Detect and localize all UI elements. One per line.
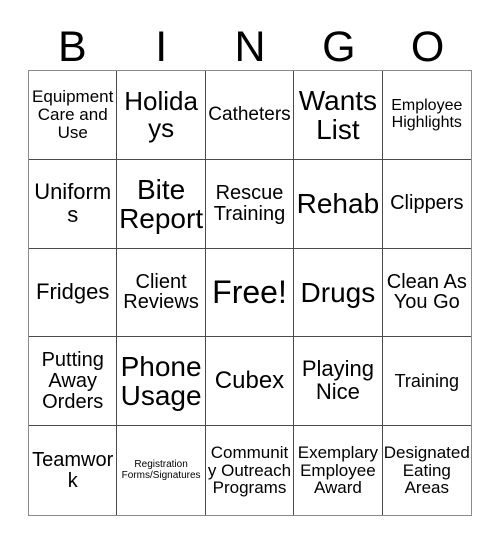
bingo-cell[interactable]: Holidays [117,71,206,160]
bingo-cell-label: Catheters [208,104,291,126]
bingo-cell-label: Rehab [296,188,380,220]
bingo-cell[interactable]: Playing Nice [294,337,383,427]
bingo-cell[interactable]: Employee Highlights [382,71,471,160]
bingo-cell-label: Clean As You Go [386,270,467,314]
bingo-cell[interactable]: Rehab [294,159,383,249]
bingo-cell[interactable]: Uniforms [29,159,118,249]
bingo-cell-label: Holidays [124,85,198,143]
bingo-cell[interactable]: Cubex [205,337,295,427]
header-letter-i: I [155,23,168,71]
bingo-cell-label: Employee Highlights [391,97,463,131]
bingo-cell-label: Client Reviews [123,270,199,314]
bingo-cell-label: Uniforms [34,178,112,227]
bingo-cell-label: Phone Usage [120,351,202,412]
bingo-cell[interactable]: Wants List [294,71,383,160]
bingo-cell[interactable]: Training [382,337,471,427]
bingo-cell-label: Rescue Training [213,181,286,225]
bingo-cell[interactable]: Rescue Training [205,159,295,249]
bingo-cell[interactable]: Exemplary Employee Award [294,426,383,515]
bingo-cell-label: Registration Forms/Signatures [121,459,201,481]
bingo-cell[interactable]: Clean As You Go [382,248,471,338]
bingo-cell-label: Wants List [298,84,378,145]
bingo-cell-label: Designated Eating Areas [383,443,470,498]
bingo-cell-free[interactable]: Free! [205,248,295,338]
bingo-cell-label: Fridges [36,279,110,305]
bingo-cell-label: Exemplary Employee Award [297,443,379,498]
header-letter-g: G [322,23,356,71]
bingo-cell-label: Teamwork [32,448,114,492]
header-letter-b: B [58,23,87,71]
bingo-cell-label: Cubex [214,366,285,394]
bingo-cell[interactable]: Catheters [205,71,295,160]
bingo-cell[interactable]: Designated Eating Areas [382,426,471,515]
bingo-cell-label: Bite Report [119,173,204,234]
bingo-cell[interactable]: Putting Away Orders [29,337,118,427]
bingo-cell-label: Community Outreach Programs [207,443,292,498]
bingo-cell[interactable]: Fridges [29,248,118,338]
bingo-card: B I N G O Equipment Care and Use Holidays… [0,0,500,544]
bingo-cell-label: Playing Nice [301,356,374,405]
bingo-cell[interactable]: Clippers [382,159,471,249]
bingo-header: B I N G O [28,16,472,70]
bingo-cell[interactable]: Bite Report [117,159,206,249]
bingo-cell-label: Free! [212,273,287,310]
header-letter-n: N [234,23,266,71]
bingo-cell-label: Equipment Care and Use [32,87,114,142]
bingo-cell-label: Putting Away Orders [41,349,104,413]
bingo-cell[interactable]: Drugs [294,248,383,338]
bingo-cell[interactable]: Community Outreach Programs [205,426,295,515]
bingo-grid: Equipment Care and Use Holidays Catheters W… [28,70,472,516]
bingo-cell[interactable]: Equipment Care and Use [29,71,118,160]
bingo-cell[interactable]: Teamwork [29,426,118,515]
bingo-cell[interactable]: Client Reviews [117,248,206,338]
bingo-cell-label: Drugs [300,276,376,308]
header-letter-o: O [410,23,445,71]
bingo-cell-label: Training [394,370,459,391]
bingo-cell[interactable]: Phone Usage [117,337,206,427]
bingo-cell[interactable]: Registration Forms/Signatures [117,426,206,515]
bingo-cell-label: Clippers [390,192,464,215]
